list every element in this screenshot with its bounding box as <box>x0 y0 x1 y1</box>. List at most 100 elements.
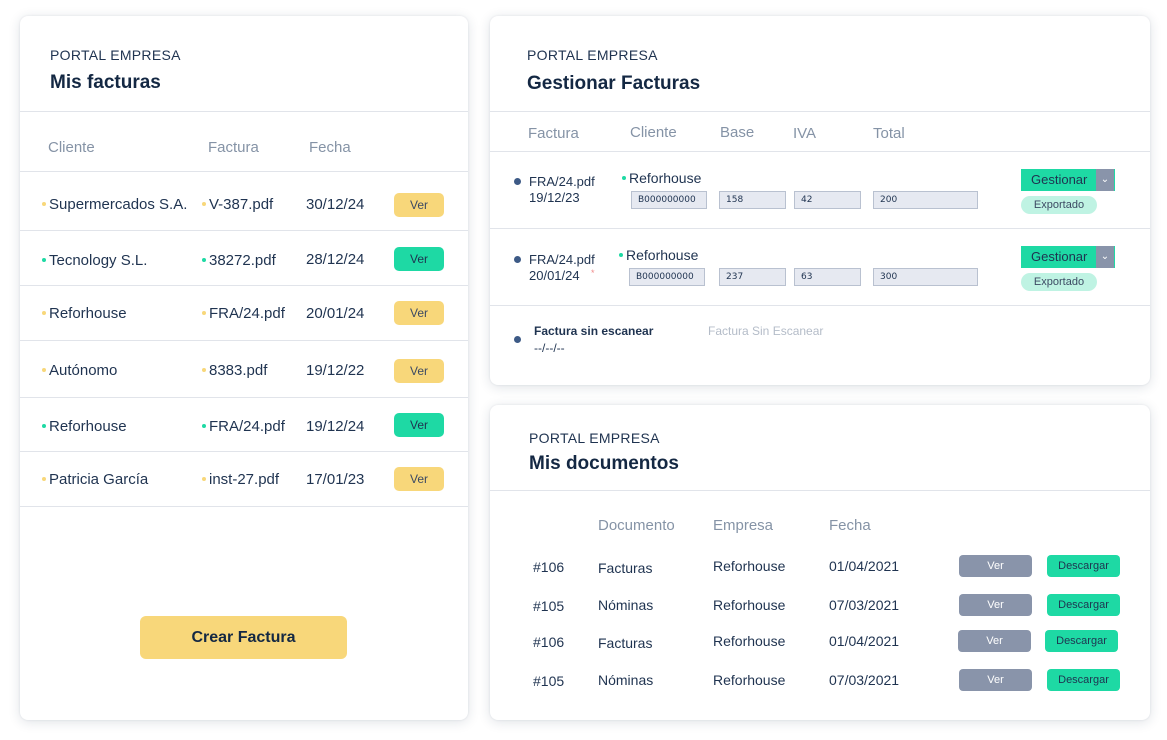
doc-id: #106 <box>533 559 565 575</box>
page-title: Mis facturas <box>50 72 161 93</box>
portal-eyebrow: PORTAL EMPRESA <box>50 47 181 63</box>
column-header-cliente: Cliente <box>48 139 95 156</box>
cell-fecha: 17/01/23 <box>306 471 365 488</box>
status-dot <box>42 368 46 373</box>
chevron-down-icon[interactable]: ⌄ <box>1096 246 1114 268</box>
doc-type: Facturas <box>598 560 653 576</box>
cell-fecha: 20/01/24 <box>306 305 365 322</box>
doc-type: Nóminas <box>598 597 654 613</box>
mis-facturas-card: PORTAL EMPRESA Mis facturas Cliente Fact… <box>20 16 468 720</box>
code-field[interactable]: B000000000 <box>631 191 707 209</box>
cell-cliente: Reforhouse <box>42 418 127 435</box>
doc-id: #105 <box>533 598 565 614</box>
cell-factura: inst-27.pdf <box>202 471 279 488</box>
base-field[interactable]: 237 <box>719 268 786 286</box>
divider <box>490 490 1150 491</box>
file-date: 20/01/24 <box>529 268 580 283</box>
column-header-documento: Documento <box>598 517 675 534</box>
mis-documentos-card: PORTAL EMPRESA Mis documentos Documento … <box>490 405 1150 720</box>
doc-id: #105 <box>533 673 565 689</box>
cell-factura: 8383.pdf <box>202 362 267 379</box>
column-header-iva: IVA <box>793 125 817 142</box>
doc-fecha: 07/03/2021 <box>829 597 900 613</box>
doc-empresa: Reforhouse <box>713 597 786 613</box>
cell-factura: 38272.pdf <box>202 252 276 269</box>
descargar-button[interactable]: Descargar <box>1047 594 1120 616</box>
column-header-base: Base <box>720 124 755 141</box>
divider <box>490 151 1150 152</box>
crear-factura-button[interactable]: Crear Factura <box>140 616 347 659</box>
ver-button[interactable]: Ver <box>394 359 444 383</box>
status-dot <box>202 202 206 207</box>
status-dot <box>202 258 206 263</box>
divider <box>20 397 468 398</box>
ver-button[interactable]: Ver <box>394 193 444 217</box>
cell-cliente: Supermercados S.A. <box>42 196 187 213</box>
status-dot <box>202 368 206 373</box>
base-field[interactable]: 158 <box>719 191 786 209</box>
ver-button[interactable]: Ver <box>958 630 1031 652</box>
status-dot <box>514 256 521 263</box>
doc-id: #106 <box>533 634 565 650</box>
divider <box>20 285 468 286</box>
total-field[interactable]: 200 <box>873 191 978 209</box>
total-field[interactable]: 300 <box>873 268 978 286</box>
unscanned-label: Factura sin escanear <box>534 324 654 338</box>
descargar-button[interactable]: Descargar <box>1045 630 1118 652</box>
ver-button[interactable]: Ver <box>394 247 444 271</box>
portal-eyebrow: PORTAL EMPRESA <box>527 47 658 63</box>
page-title: Mis documentos <box>529 453 679 474</box>
ver-button[interactable]: Ver <box>959 669 1032 691</box>
status-dot <box>42 477 46 482</box>
status-dot <box>42 202 46 207</box>
column-header-factura: Factura <box>528 125 579 142</box>
column-header-cliente: Cliente <box>630 124 677 141</box>
divider <box>20 171 468 172</box>
column-header-total: Total <box>873 125 905 142</box>
ver-button[interactable]: Ver <box>394 301 444 325</box>
iva-field[interactable]: 42 <box>794 191 861 209</box>
cell-fecha: 19/12/22 <box>306 362 365 379</box>
divider <box>20 340 468 341</box>
status-dot <box>42 311 46 316</box>
divider <box>20 451 468 452</box>
divider <box>20 111 468 112</box>
divider <box>490 228 1150 229</box>
cell-cliente: Tecnology S.L. <box>42 252 147 269</box>
file-name: FRA/24.pdf <box>529 252 595 267</box>
doc-empresa: Reforhouse <box>713 633 786 649</box>
client-name: Reforhouse <box>619 247 698 263</box>
cell-cliente: Reforhouse <box>42 305 127 322</box>
status-dot <box>202 311 206 316</box>
cell-cliente: Patricia García <box>42 471 148 488</box>
status-dot <box>622 176 626 181</box>
iva-field[interactable]: 63 <box>794 268 861 286</box>
page-title: Gestionar Facturas <box>527 73 701 94</box>
column-header-factura: Factura <box>208 139 259 156</box>
gestionar-facturas-card: PORTAL EMPRESA Gestionar Facturas Factur… <box>490 16 1150 385</box>
portal-eyebrow: PORTAL EMPRESA <box>529 430 660 446</box>
code-field[interactable]: B000000000 <box>629 268 705 286</box>
status-dot <box>619 253 623 258</box>
cell-factura: FRA/24.pdf <box>202 305 285 322</box>
chevron-down-icon[interactable]: ⌄ <box>1096 169 1114 191</box>
divider <box>20 230 468 231</box>
descargar-button[interactable]: Descargar <box>1047 669 1120 691</box>
ver-button[interactable]: Ver <box>394 413 444 437</box>
ver-button[interactable]: Ver <box>959 555 1032 577</box>
cell-factura: FRA/24.pdf <box>202 418 285 435</box>
doc-type: Nóminas <box>598 672 654 688</box>
status-dot <box>514 336 521 343</box>
ver-button[interactable]: Ver <box>959 594 1032 616</box>
cell-fecha: 30/12/24 <box>306 196 365 213</box>
column-header-fecha: Fecha <box>829 517 871 534</box>
divider <box>490 305 1150 306</box>
cell-fecha: 19/12/24 <box>306 418 365 435</box>
doc-type: Facturas <box>598 635 653 651</box>
required-mark: * <box>591 268 595 278</box>
doc-empresa: Reforhouse <box>713 672 786 688</box>
status-dot <box>42 424 46 429</box>
cell-cliente: Autónomo <box>42 362 117 379</box>
ver-button[interactable]: Ver <box>394 467 444 491</box>
descargar-button[interactable]: Descargar <box>1047 555 1120 577</box>
